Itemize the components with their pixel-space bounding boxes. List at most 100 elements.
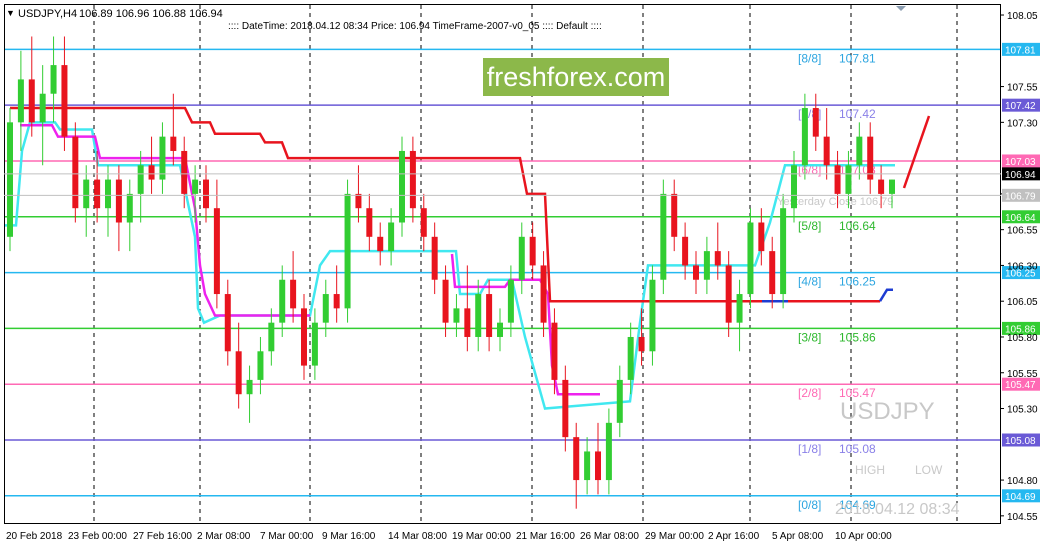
candle-body <box>747 222 754 295</box>
candle-body <box>246 379 253 395</box>
candle[interactable] <box>7 108 13 252</box>
candle-body <box>834 165 841 194</box>
price-tick-label: 107.55 <box>1007 83 1038 94</box>
time-axis-label: 19 Mar 00:00 <box>452 531 511 542</box>
candle-body <box>322 294 329 323</box>
time-axis-label: 26 Mar 08:00 <box>580 531 639 542</box>
candle-body <box>126 193 133 223</box>
candle-body <box>529 236 536 266</box>
candle-body <box>377 236 384 252</box>
murrey-level-price: 106.64 <box>839 219 876 233</box>
time-axis-label: 20 Feb 2018 <box>6 531 63 542</box>
candle-body <box>290 279 297 309</box>
candle-body <box>551 322 558 380</box>
candle[interactable] <box>780 193 787 309</box>
candle-body <box>801 108 808 166</box>
candle-body <box>616 379 623 423</box>
candle-body <box>257 351 264 380</box>
candle-body <box>703 251 710 280</box>
candle-body <box>83 179 90 209</box>
time-axis-label: 27 Feb 16:00 <box>133 531 192 542</box>
candle-body <box>7 122 13 237</box>
candle-body <box>409 150 416 209</box>
price-tick-label: 104.55 <box>1007 512 1038 523</box>
candle[interactable] <box>344 179 351 323</box>
candle-body <box>627 336 634 380</box>
current-price-tag: 106.94 <box>1002 167 1040 181</box>
candle-body <box>279 279 286 323</box>
candle[interactable] <box>660 179 667 295</box>
candle[interactable] <box>72 122 79 223</box>
candle-body <box>682 236 689 266</box>
candle-body <box>812 108 819 137</box>
candle-body <box>333 294 340 309</box>
candle-body <box>497 322 503 337</box>
candle-body <box>736 294 743 323</box>
time-axis-label: 5 Apr 08:00 <box>772 531 824 542</box>
price-tick-label: 108.05 <box>1007 11 1038 22</box>
time-axis-label: 7 Mar 00:00 <box>260 531 314 542</box>
candle-body <box>540 265 547 323</box>
candle-body <box>486 294 493 337</box>
murrey-price-tag-text: 107.42 <box>1005 101 1036 112</box>
murrey-level-price: 107.81 <box>839 51 876 65</box>
candle-body <box>268 322 275 352</box>
candle-body <box>856 136 863 166</box>
candle-body <box>464 308 471 337</box>
candle-body <box>725 265 732 323</box>
candle-body <box>344 193 351 309</box>
candle-body <box>50 65 57 94</box>
murrey-level-label: [1/8] <box>798 442 821 456</box>
candle-body <box>213 208 220 295</box>
price-tick-label: 106.55 <box>1007 226 1038 237</box>
murrey-price-tag-text: 104.69 <box>1005 492 1036 503</box>
price-chart[interactable]: [8/8] 107.81[7/8] 107.42[6/8] 107.03[5/8] 10… <box>0 0 1043 548</box>
candle-body <box>311 322 318 366</box>
low-label: LOW <box>915 463 943 477</box>
murrey-price-tag-text: 107.81 <box>1005 45 1036 56</box>
murrey-price-tag-text: 105.47 <box>1005 380 1036 391</box>
candle-body <box>878 179 885 194</box>
time-axis[interactable]: 20 Feb 2018 23 Feb 00:00 27 Feb 16:00 2 Mar… <box>6 531 892 542</box>
candle[interactable] <box>649 265 656 366</box>
candle-body <box>115 179 122 223</box>
candle-body <box>671 193 678 237</box>
candle-body <box>442 279 449 323</box>
candle-body <box>431 236 438 280</box>
candle-body <box>660 193 667 280</box>
candle-body <box>823 136 830 166</box>
candle-body <box>867 136 874 180</box>
candle-body <box>224 294 231 352</box>
price-tick-label: 106.30 <box>1007 261 1038 272</box>
candle-body <box>366 208 373 237</box>
candle-body <box>507 279 514 323</box>
time-axis-label: 21 Mar 16:00 <box>516 531 575 542</box>
murrey-level-price: 106.25 <box>839 275 876 289</box>
price-tick-label: 104.80 <box>1007 476 1038 487</box>
candle[interactable] <box>399 136 405 237</box>
candle-body <box>791 165 797 209</box>
indicator-info: :::: DateTime: 2018.04.12 08:34 Price: 1… <box>228 21 602 32</box>
time-axis-label: 2 Mar 08:00 <box>197 531 251 542</box>
candle-body <box>235 351 242 395</box>
symbol-watermark: USDJPY <box>840 398 935 425</box>
candle-body <box>301 308 307 366</box>
murrey-level-label: [0/8] <box>798 498 821 512</box>
murrey-level-label: [3/8] <box>798 330 821 344</box>
candle-body <box>192 179 199 194</box>
chart-window[interactable]: [8/8] 107.81 [7/8] 107.42 [6/8] 107.03 [5/8] 10… <box>0 0 1043 548</box>
murrey-price-tag-text: 107.03 <box>1005 157 1036 168</box>
candle-body <box>105 179 111 209</box>
candle-body <box>420 208 427 237</box>
collapse-icon[interactable]: ▼ <box>6 8 15 18</box>
time-axis-label: 9 Mar 16:00 <box>322 531 376 542</box>
candle-body <box>388 222 395 252</box>
candle-body <box>638 336 645 352</box>
murrey-level-label: [5/8] <box>798 219 821 233</box>
candle-body <box>28 79 35 123</box>
candle[interactable] <box>747 208 754 309</box>
price-axis[interactable]: 107.81107.42107.03106.64106.25105.86105.… <box>1000 11 1040 523</box>
murrey-level-label: [4/8] <box>798 275 821 289</box>
datetime-watermark: 2018.04.12 08:34 <box>835 501 960 518</box>
murrey-level-price: 105.08 <box>839 442 876 456</box>
